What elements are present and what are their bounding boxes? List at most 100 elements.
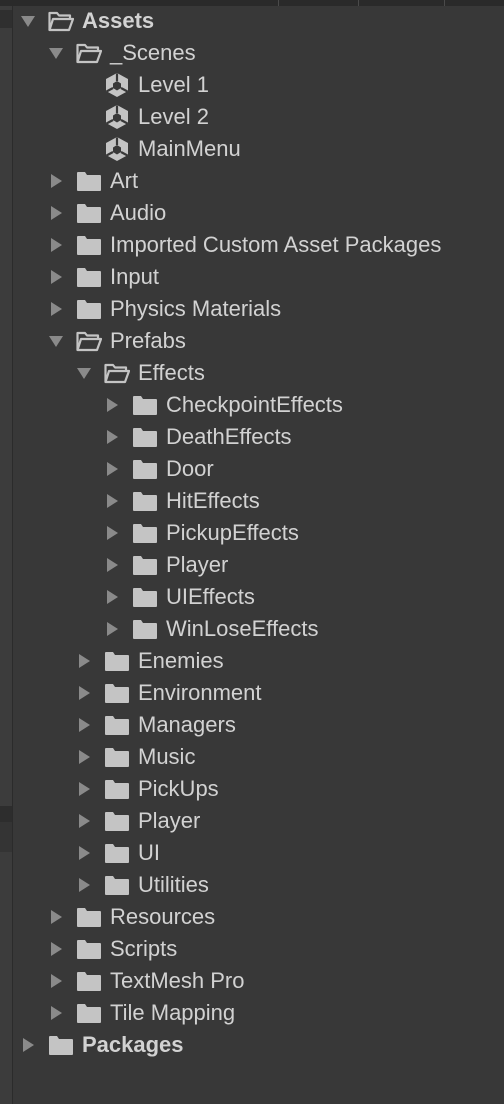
collapsed-arrow-icon[interactable]	[104, 525, 120, 541]
folder-item-tile-mapping[interactable]: Tile Mapping	[0, 997, 504, 1029]
collapsed-arrow-icon[interactable]	[20, 1037, 36, 1053]
unity-scene-icon	[104, 136, 130, 162]
folder-item-textmesh-pro[interactable]: TextMesh Pro	[0, 965, 504, 997]
collapsed-arrow-icon[interactable]	[76, 717, 92, 733]
collapsed-arrow-icon[interactable]	[48, 237, 64, 253]
folder-item-assets[interactable]: Assets	[0, 5, 504, 37]
folder-icon	[132, 490, 158, 512]
folder-item-checkpointeffects[interactable]: CheckpointEffects	[0, 389, 504, 421]
collapsed-arrow-icon[interactable]	[76, 653, 92, 669]
folder-item-pickups[interactable]: PickUps	[0, 773, 504, 805]
scene-item-level-1[interactable]: Level 1	[0, 69, 504, 101]
folder-item-utilities[interactable]: Utilities	[0, 869, 504, 901]
folder-item-scenes[interactable]: _Scenes	[0, 37, 504, 69]
collapsed-arrow-icon[interactable]	[48, 173, 64, 189]
tree-item-label: UIEffects	[166, 584, 255, 609]
folder-icon	[104, 746, 130, 768]
folder-item-resources[interactable]: Resources	[0, 901, 504, 933]
folder-item-door[interactable]: Door	[0, 453, 504, 485]
collapsed-arrow-icon[interactable]	[104, 397, 120, 413]
tree-item-label: UI	[138, 840, 160, 865]
folder-open-icon	[48, 10, 74, 32]
collapsed-arrow-icon[interactable]	[104, 621, 120, 637]
folder-item-packages[interactable]: Packages	[0, 1029, 504, 1061]
folder-item-pickupeffects[interactable]: PickupEffects	[0, 517, 504, 549]
folder-icon	[132, 426, 158, 448]
collapsed-arrow-icon[interactable]	[104, 589, 120, 605]
folder-item-input[interactable]: Input	[0, 261, 504, 293]
folder-item-player[interactable]: Player	[0, 805, 504, 837]
folder-icon	[104, 682, 130, 704]
collapsed-arrow-icon[interactable]	[76, 877, 92, 893]
folder-item-deatheffects[interactable]: DeathEffects	[0, 421, 504, 453]
collapsed-arrow-icon[interactable]	[48, 205, 64, 221]
tree-item-label: Environment	[138, 680, 262, 705]
collapsed-arrow-icon[interactable]	[76, 813, 92, 829]
folder-item-managers[interactable]: Managers	[0, 709, 504, 741]
folder-open-icon	[104, 362, 130, 384]
folder-item-prefabs[interactable]: Prefabs	[0, 325, 504, 357]
folder-icon	[76, 298, 102, 320]
tree-item-label: Assets	[82, 8, 155, 33]
tree-item-label: Utilities	[138, 872, 209, 897]
tree-item-label: Physics Materials	[110, 296, 282, 321]
folder-item-hiteffects[interactable]: HitEffects	[0, 485, 504, 517]
collapsed-arrow-icon[interactable]	[48, 269, 64, 285]
folder-item-ui[interactable]: UI	[0, 837, 504, 869]
scene-item-mainmenu[interactable]: MainMenu	[0, 133, 504, 165]
collapsed-arrow-icon[interactable]	[104, 461, 120, 477]
folder-icon	[132, 522, 158, 544]
tree-item-label: _Scenes	[110, 40, 196, 65]
folder-item-enemies[interactable]: Enemies	[0, 645, 504, 677]
collapsed-arrow-icon[interactable]	[76, 685, 92, 701]
collapsed-arrow-icon[interactable]	[76, 749, 92, 765]
collapsed-arrow-icon[interactable]	[48, 909, 64, 925]
folder-item-scripts[interactable]: Scripts	[0, 933, 504, 965]
folder-item-audio[interactable]: Audio	[0, 197, 504, 229]
folder-icon	[104, 650, 130, 672]
folder-item-imported-custom-asset-packages[interactable]: Imported Custom Asset Packages	[0, 229, 504, 261]
folder-item-art[interactable]: Art	[0, 165, 504, 197]
folder-icon	[104, 810, 130, 832]
folder-item-physics-materials[interactable]: Physics Materials	[0, 293, 504, 325]
collapsed-arrow-icon[interactable]	[48, 973, 64, 989]
scene-item-level-2[interactable]: Level 2	[0, 101, 504, 133]
expanded-arrow-icon[interactable]	[76, 365, 92, 381]
folder-icon	[76, 1002, 102, 1024]
unity-scene-icon	[104, 104, 130, 130]
tree-item-label: TextMesh Pro	[110, 968, 245, 993]
tree-item-label: WinLoseEffects	[166, 616, 319, 641]
folder-item-environment[interactable]: Environment	[0, 677, 504, 709]
collapsed-arrow-icon[interactable]	[76, 845, 92, 861]
tree-item-label: Art	[110, 168, 139, 193]
collapsed-arrow-icon[interactable]	[48, 1005, 64, 1021]
folder-item-music[interactable]: Music	[0, 741, 504, 773]
tree-item-label: Scripts	[110, 936, 178, 961]
folder-icon	[76, 234, 102, 256]
collapsed-arrow-icon[interactable]	[48, 301, 64, 317]
folder-open-icon	[76, 42, 102, 64]
folder-icon	[132, 618, 158, 640]
collapsed-arrow-icon[interactable]	[104, 557, 120, 573]
folder-icon	[104, 842, 130, 864]
folder-icon	[132, 554, 158, 576]
collapsed-arrow-icon[interactable]	[48, 941, 64, 957]
expanded-arrow-icon[interactable]	[48, 45, 64, 61]
tree-item-label: Effects	[138, 360, 205, 385]
folder-item-uieffects[interactable]: UIEffects	[0, 581, 504, 613]
tree-item-label: Level 2	[138, 104, 209, 129]
collapsed-arrow-icon[interactable]	[104, 429, 120, 445]
collapsed-arrow-icon[interactable]	[104, 493, 120, 509]
folder-item-player[interactable]: Player	[0, 549, 504, 581]
tree-item-label: Door	[166, 456, 214, 481]
folder-item-effects[interactable]: Effects	[0, 357, 504, 389]
collapsed-arrow-icon[interactable]	[76, 781, 92, 797]
folder-item-winloseeffects[interactable]: WinLoseEffects	[0, 613, 504, 645]
tree-item-label: MainMenu	[138, 136, 241, 161]
expanded-arrow-icon[interactable]	[48, 333, 64, 349]
tree-item-label: CheckpointEffects	[166, 392, 343, 417]
tree-item-label: Music	[138, 744, 196, 769]
expanded-arrow-icon[interactable]	[20, 13, 36, 29]
folder-icon	[76, 170, 102, 192]
tree-item-label: Packages	[82, 1032, 184, 1057]
